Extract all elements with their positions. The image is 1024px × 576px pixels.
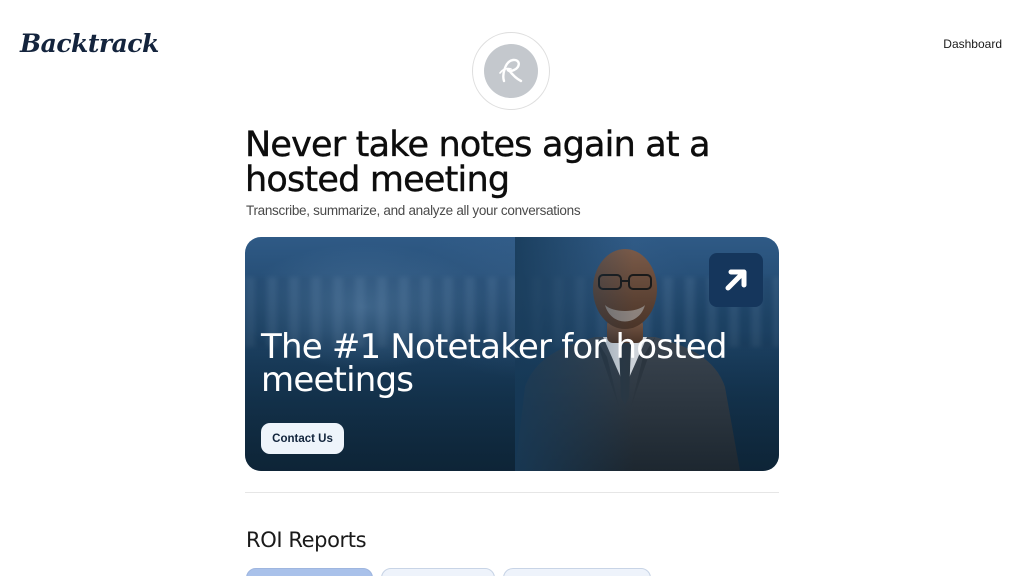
open-link-button[interactable] [709, 253, 763, 307]
arrow-up-right-icon [725, 269, 747, 291]
contact-us-button[interactable]: Contact Us [261, 423, 344, 454]
backtrack-logo[interactable]: Backtrack [20, 28, 159, 60]
roi-reports-heading: ROI Reports [246, 528, 367, 552]
page-headline: Never take notes again at a hosted meeti… [245, 125, 711, 200]
promo-banner: The #1 Notetaker for hosted meetings Con… [245, 237, 779, 471]
report-tab-2[interactable] [381, 568, 495, 576]
page-subheadline: Transcribe, summarize, and analyze all y… [246, 203, 581, 218]
report-tab-1[interactable] [246, 568, 373, 576]
section-divider [245, 492, 779, 493]
script-r-monogram-icon [499, 58, 523, 83]
page: Backtrack Dashboard Never take notes aga… [0, 0, 1024, 576]
avatar-circle [484, 44, 538, 98]
report-tab-3[interactable] [503, 568, 651, 576]
nav-link-dashboard[interactable]: Dashboard [943, 36, 1002, 52]
banner-title: The #1 Notetaker for hosted meetings [261, 327, 727, 400]
avatar[interactable] [472, 32, 550, 110]
